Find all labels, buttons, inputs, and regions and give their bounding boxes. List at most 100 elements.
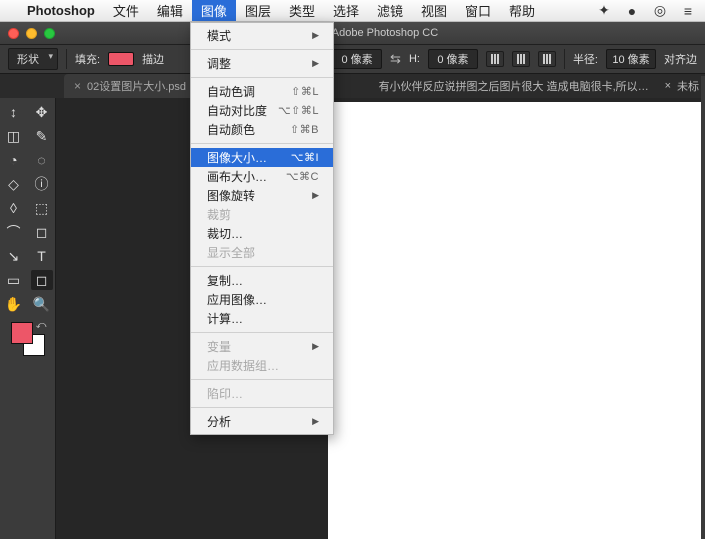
swap-colors-icon[interactable]: ⤺ — [36, 320, 47, 331]
menu-auto-tone[interactable]: 自动色调⇧⌘L — [191, 82, 333, 101]
menu-trim[interactable]: 裁切… — [191, 224, 333, 243]
menu-calculations[interactable]: 计算… — [191, 309, 333, 328]
divider — [191, 407, 333, 408]
menu-window[interactable]: 窗口 — [456, 0, 500, 21]
menu-edit[interactable]: 编辑 — [148, 0, 192, 21]
document-tabs: × 02设置图片大小.psd @ 有小伙伴反应说拼图之后图片很大 造成电脑很卡,… — [0, 74, 705, 98]
path-tool-icon[interactable]: ▭ — [3, 270, 25, 290]
fg-color-swatch[interactable] — [11, 322, 33, 344]
menu-view[interactable]: 视图 — [412, 0, 456, 21]
menu-trap: 陷印… — [191, 384, 333, 403]
align-button[interactable] — [512, 51, 530, 67]
document-canvas[interactable] — [328, 102, 705, 539]
gradient-tool-icon[interactable]: ⌒ — [3, 222, 25, 242]
artboard-tool-icon[interactable]: ✥ — [31, 102, 53, 122]
divider — [191, 266, 333, 267]
height-field[interactable]: 0 像素 — [428, 49, 478, 69]
move-tool-icon[interactable]: ↕ — [3, 102, 25, 122]
overflow-note: 有小伙伴反应说拼图之后图片很大 造成电脑很卡,所以图片大小的设置也是很… — [379, 78, 659, 94]
fill-label: 填充: — [75, 51, 100, 67]
divider — [191, 77, 333, 78]
radius-label: 半径: — [573, 51, 598, 67]
menu-mode[interactable]: 模式 — [191, 26, 333, 45]
image-menu-dropdown: 模式 调整 自动色调⇧⌘L 自动对比度⌥⇧⌘L 自动颜色⇧⌘B 图像大小…⌥⌘I… — [190, 22, 334, 435]
tab-document-1[interactable]: × 02设置图片大小.psd @ — [64, 74, 210, 98]
menu-image-size[interactable]: 图像大小…⌥⌘I — [191, 148, 333, 167]
zoom-icon[interactable] — [44, 28, 55, 39]
arrange-button[interactable] — [538, 51, 556, 67]
tab-label: 02设置图片大小.psd @ — [87, 78, 200, 94]
window-title: Adobe Photoshop CC — [332, 27, 438, 39]
menu-icon[interactable]: ≡ — [679, 3, 697, 19]
menu-auto-color[interactable]: 自动颜色⇧⌘B — [191, 120, 333, 139]
divider — [191, 332, 333, 333]
app-name[interactable]: Photoshop — [18, 0, 104, 21]
tab-untitled[interactable]: 未标 — [677, 78, 699, 94]
menu-layer[interactable]: 图层 — [236, 0, 280, 21]
menu-reveal-all: 显示全部 — [191, 243, 333, 262]
brush-tool-icon[interactable]: ⓘ — [31, 174, 53, 194]
eyedropper-tool-icon[interactable]: ◌ — [31, 150, 53, 170]
menu-type[interactable]: 类型 — [280, 0, 324, 21]
align-edges-label[interactable]: 对齐边 — [664, 51, 697, 67]
stroke-label: 描边 — [142, 51, 164, 67]
menu-apply-data: 应用数据组… — [191, 356, 333, 375]
marquee-tool-icon[interactable]: ◫ — [3, 126, 25, 146]
divider — [191, 143, 333, 144]
h-label: H: — [409, 53, 420, 65]
type-tool-icon[interactable]: T — [31, 246, 53, 266]
width-field[interactable]: 0 像素 — [332, 49, 382, 69]
lasso-tool-icon[interactable]: ✎ — [31, 126, 53, 146]
canvas-stage — [56, 98, 705, 539]
menu-canvas-size[interactable]: 画布大小…⌥⌘C — [191, 167, 333, 186]
menu-apply-image[interactable]: 应用图像… — [191, 290, 333, 309]
menu-file[interactable]: 文件 — [104, 0, 148, 21]
cc-icon[interactable]: ◎ — [651, 2, 669, 19]
divider — [191, 379, 333, 380]
mac-menubar: Photoshop 文件 编辑 图像 图层 类型 选择 滤镜 视图 窗口 帮助 … — [0, 0, 705, 22]
zoom-tool-icon[interactable]: 🔍 — [31, 294, 53, 314]
divider — [191, 49, 333, 50]
qq-icon[interactable]: ● — [623, 3, 641, 19]
workarea: ↕ ✥ ◫ ✎ ◔ ◌ ◇ ⓘ ◊ ⬚ ⌒ ◻ ↘ T ▭ ◻ ✋ 🔍 — [0, 98, 705, 539]
menu-analysis[interactable]: 分析 — [191, 412, 333, 431]
stamp-tool-icon[interactable]: ◊ — [3, 198, 25, 218]
link-icon[interactable]: ⇆ — [390, 51, 401, 67]
menu-auto-contrast[interactable]: 自动对比度⌥⇧⌘L — [191, 101, 333, 120]
menu-filter[interactable]: 滤镜 — [368, 0, 412, 21]
menu-select[interactable]: 选择 — [324, 0, 368, 21]
menu-duplicate[interactable]: 复制… — [191, 271, 333, 290]
tool-mode-select[interactable]: 形状 — [8, 48, 58, 70]
crop-tool-icon[interactable]: ◔ — [3, 150, 25, 170]
menu-variables: 变量 — [191, 337, 333, 356]
close-tab-icon[interactable]: × — [74, 79, 81, 93]
pen-tool-icon[interactable]: ↘ — [3, 246, 25, 266]
close-tab-icon[interactable]: × — [665, 80, 671, 92]
menu-help[interactable]: 帮助 — [500, 0, 544, 21]
rectangle-tool-icon[interactable]: ◻ — [31, 270, 53, 290]
airplane-icon[interactable]: ✦ — [595, 2, 613, 19]
close-icon[interactable] — [8, 28, 19, 39]
divider — [66, 49, 67, 69]
color-swatches[interactable]: ⤺ — [11, 322, 45, 356]
titlebar: Adobe Photoshop CC — [0, 22, 705, 44]
minimize-icon[interactable] — [26, 28, 37, 39]
app-window: Adobe Photoshop CC 形状 填充: 描边 W: 0 像素 ⇆ H… — [0, 22, 705, 539]
options-bar: 形状 填充: 描边 W: 0 像素 ⇆ H: 0 像素 半径: 10 像素 对齐… — [0, 44, 705, 74]
menu-image[interactable]: 图像 — [192, 0, 236, 21]
window-controls — [8, 28, 55, 39]
fill-swatch[interactable] — [108, 52, 134, 66]
blur-tool-icon[interactable]: ◻ — [31, 222, 53, 242]
right-panel-edge — [701, 76, 705, 539]
healing-tool-icon[interactable]: ◇ — [3, 174, 25, 194]
path-ops-button[interactable] — [486, 51, 504, 67]
divider — [564, 49, 565, 69]
menu-adjustments[interactable]: 调整 — [191, 54, 333, 73]
menu-image-rotation[interactable]: 图像旋转 — [191, 186, 333, 205]
toolbox: ↕ ✥ ◫ ✎ ◔ ◌ ◇ ⓘ ◊ ⬚ ⌒ ◻ ↘ T ▭ ◻ ✋ 🔍 — [0, 98, 56, 539]
radius-field[interactable]: 10 像素 — [606, 49, 656, 69]
menu-crop: 裁剪 — [191, 205, 333, 224]
hand-tool-icon[interactable]: ✋ — [3, 294, 25, 314]
eraser-tool-icon[interactable]: ⬚ — [31, 198, 53, 218]
menu-extras: ✦ ● ◎ ≡ — [595, 2, 697, 19]
